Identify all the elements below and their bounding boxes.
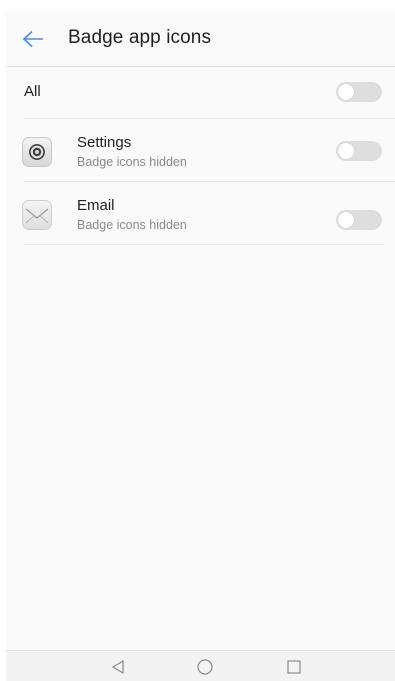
page-title: Badge app icons xyxy=(68,27,212,48)
email-envelope-icon xyxy=(22,200,52,230)
nav-home-button[interactable] xyxy=(193,657,217,677)
divider xyxy=(24,244,384,245)
toggle-knob xyxy=(338,143,354,159)
email-badge-toggle[interactable] xyxy=(336,210,382,230)
divider xyxy=(24,181,395,182)
app-status-email: Badge icons hidden xyxy=(77,218,187,232)
all-apps-row[interactable]: All xyxy=(6,67,395,117)
back-button[interactable] xyxy=(18,24,48,54)
app-row-email[interactable]: Email Badge icons hidden xyxy=(6,183,395,245)
all-label: All xyxy=(24,83,41,100)
divider xyxy=(24,118,395,119)
toggle-knob xyxy=(338,84,354,100)
toggle-knob xyxy=(338,212,354,228)
nav-back-button[interactable] xyxy=(106,657,130,677)
nav-recents-button[interactable] xyxy=(282,657,306,677)
settings-badge-toggle[interactable] xyxy=(336,141,382,161)
app-name-settings: Settings xyxy=(77,134,132,151)
settings-gear-icon xyxy=(22,137,52,167)
recents-square-icon xyxy=(287,660,301,674)
home-circle-icon xyxy=(197,659,213,675)
back-triangle-icon xyxy=(111,659,124,675)
app-name-email: Email xyxy=(77,197,115,214)
all-apps-toggle[interactable] xyxy=(336,82,382,102)
screen: Badge app icons All Settings Badge icons… xyxy=(6,10,395,681)
app-row-settings[interactable]: Settings Badge icons hidden xyxy=(6,120,395,182)
arrow-left-icon xyxy=(22,30,43,48)
system-navigation-bar xyxy=(6,650,395,681)
app-status-settings: Badge icons hidden xyxy=(77,155,187,169)
app-header: Badge app icons xyxy=(6,10,395,67)
